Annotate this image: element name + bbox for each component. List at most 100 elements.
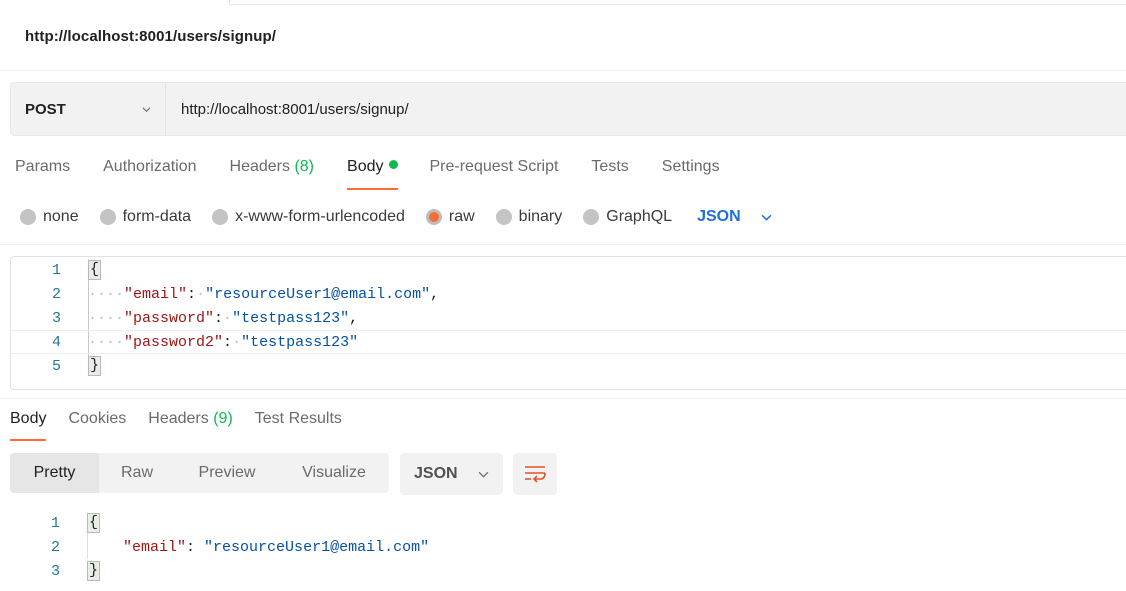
chevron-down-icon — [761, 214, 772, 221]
radio-selected-icon — [425, 209, 442, 225]
view-pretty-button[interactable]: Pretty — [10, 453, 99, 493]
line-number: 5 — [51, 357, 61, 375]
json-value: "resourceUser1@email.com" — [205, 285, 431, 303]
brace: } — [87, 561, 101, 581]
method-label: POST — [25, 100, 66, 118]
tab-label: Params — [15, 158, 71, 175]
line-number: 2 — [50, 538, 60, 556]
code-line: 3 } — [10, 559, 610, 583]
tab-authorization[interactable]: Authorization — [103, 158, 196, 188]
divider — [0, 70, 1126, 71]
chevron-down-icon — [142, 106, 151, 112]
tab-edge — [229, 0, 1126, 5]
radio-icon — [212, 209, 229, 225]
request-title: http://localhost:8001/users/signup/ — [25, 28, 277, 45]
brace: { — [87, 513, 101, 533]
radio-form-data[interactable]: form-data — [99, 208, 192, 226]
response-format-dropdown[interactable]: JSON — [400, 453, 503, 495]
response-tabs: Body Cookies Headers (9) Test Results — [10, 410, 364, 441]
punct: , — [349, 309, 359, 327]
code-line-current: 4 ····"password2":·"testpass123" — [11, 330, 1126, 354]
json-key: "email" — [123, 538, 187, 556]
request-body-editor[interactable]: 1 { 2 ····"email":·"resourceUser1@email.… — [10, 256, 1126, 390]
line-number: 4 — [51, 333, 61, 351]
radio-label: GraphQL — [606, 208, 673, 225]
format-label: JSON — [414, 465, 458, 482]
tab-response-headers[interactable]: Headers (9) — [148, 410, 233, 440]
radio-icon — [583, 209, 600, 225]
json-key: "password2" — [124, 333, 224, 351]
code-line: 1 { — [11, 258, 1126, 282]
tab-label: Cookies — [68, 410, 127, 427]
radio-label: raw — [448, 208, 475, 225]
tab-label: Test Results — [254, 410, 342, 427]
json-key: "password" — [124, 309, 215, 327]
tab-params[interactable]: Params — [15, 158, 70, 188]
format-label: JSON — [697, 208, 741, 225]
tab-cookies[interactable]: Cookies — [68, 410, 126, 440]
tab-body[interactable]: Body — [347, 158, 399, 190]
radio-graphql[interactable]: GraphQL — [583, 208, 672, 226]
radio-x-www-form-urlencoded[interactable]: x-www-form-urlencoded — [212, 208, 405, 226]
code-line: 2 ····"email":·"resourceUser1@email.com"… — [11, 282, 1126, 306]
view-preview-button[interactable]: Preview — [175, 453, 279, 493]
json-value: "testpass123" — [232, 309, 350, 327]
tab-tests[interactable]: Tests — [591, 158, 628, 188]
top-tab-strip — [0, 0, 1126, 5]
divider — [0, 398, 1126, 399]
tab-label: Tests — [591, 158, 629, 175]
divider — [0, 244, 1126, 245]
tab-label: Headers — [229, 158, 290, 175]
tab-label: Headers — [148, 410, 209, 427]
tab-response-body[interactable]: Body — [10, 410, 47, 441]
json-value: "resourceUser1@email.com" — [204, 538, 430, 556]
json-value: "testpass123" — [241, 333, 359, 351]
radio-binary[interactable]: binary — [495, 208, 563, 226]
headers-count: (9) — [213, 410, 233, 427]
response-body-viewer: 1 { 2 "email": "resourceUser1@email.com"… — [10, 510, 610, 585]
brace: } — [88, 356, 102, 376]
tab-pre-request-script[interactable]: Pre-request Script — [429, 158, 558, 188]
code-line: 3 ····"password":·"testpass123", — [11, 306, 1126, 330]
punct: , — [430, 285, 440, 303]
line-number: 2 — [51, 285, 61, 303]
code-line: 1 { — [10, 511, 610, 535]
url-bar: POST — [10, 82, 1126, 136]
method-dropdown[interactable]: POST — [11, 83, 166, 135]
tab-label: Body — [10, 410, 47, 427]
tab-label: Authorization — [103, 158, 197, 175]
tab-settings[interactable]: Settings — [662, 158, 720, 188]
json-key: "email" — [124, 285, 188, 303]
radio-label: form-data — [122, 208, 192, 225]
radio-icon — [20, 209, 36, 225]
code-line: 2 "email": "resourceUser1@email.com" — [10, 535, 610, 559]
request-tabs: Params Authorization Headers (8) Body Pr… — [15, 158, 753, 190]
response-view-mode-group: Pretty Raw Preview Visualize — [10, 453, 389, 493]
line-number: 3 — [51, 309, 61, 327]
line-number: 1 — [50, 514, 60, 532]
radio-raw[interactable]: raw — [425, 208, 475, 226]
url-input[interactable] — [166, 83, 1126, 135]
tab-headers[interactable]: Headers (8) — [230, 158, 315, 188]
line-number: 1 — [51, 261, 61, 279]
body-format-dropdown[interactable]: JSON — [697, 208, 772, 226]
status-dot-icon — [389, 160, 399, 169]
headers-count: (8) — [294, 158, 315, 175]
tab-label: Body — [347, 158, 384, 175]
body-type-radio-group: none form-data x-www-form-urlencoded raw… — [20, 206, 772, 228]
view-visualize-button[interactable]: Visualize — [279, 453, 389, 493]
line-number: 3 — [50, 562, 60, 580]
wrap-lines-icon — [525, 466, 546, 483]
radio-icon — [495, 209, 512, 225]
tab-test-results[interactable]: Test Results — [255, 410, 342, 440]
brace: { — [88, 260, 102, 280]
view-raw-button[interactable]: Raw — [99, 453, 175, 493]
radio-icon — [99, 209, 116, 225]
radio-label: x-www-form-urlencoded — [235, 208, 405, 225]
radio-label: binary — [518, 208, 563, 225]
code-line: 5 } — [11, 354, 1126, 378]
wrap-lines-button[interactable] — [513, 453, 557, 495]
chevron-down-icon — [478, 471, 488, 478]
radio-none[interactable]: none — [20, 208, 79, 226]
tab-label: Settings — [661, 158, 720, 175]
